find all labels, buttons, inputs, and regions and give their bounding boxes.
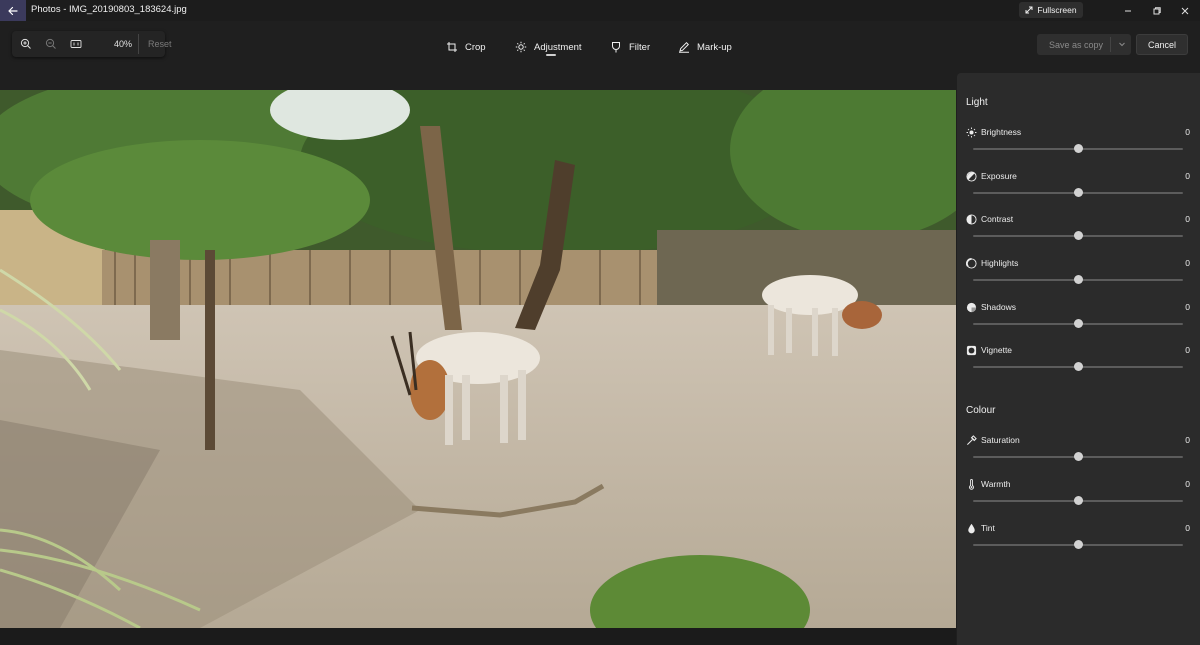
highlights-slider-thumb[interactable] (1073, 275, 1083, 284)
adjust-saturation: Saturation 0 (957, 435, 1200, 475)
adjust-exposure: Exposure 0 (957, 171, 1200, 211)
vignette-label: Vignette (981, 345, 1013, 355)
tab-filter-label: Filter (629, 41, 651, 53)
maximize-button[interactable] (1142, 0, 1172, 21)
warmth-label: Warmth (981, 479, 1011, 489)
vignette-slider-thumb[interactable] (1073, 362, 1083, 371)
save-as-copy-label: Save as copy (1049, 40, 1104, 50)
vignette-icon (966, 345, 977, 356)
shadows-value: 0 (1185, 302, 1190, 312)
back-button[interactable] (0, 0, 26, 21)
chevron-down-icon (1119, 42, 1125, 47)
zoom-controls: 40% Reset (12, 31, 172, 57)
adjust-warmth: Warmth 0 (957, 479, 1200, 519)
editor-toolbar: 40% Reset Crop Adjustment Filter Mark-up… (0, 21, 1200, 73)
zoom-in-button[interactable] (17, 35, 35, 53)
thermometer-icon (969, 479, 974, 490)
actual-size-button[interactable] (67, 35, 85, 53)
expand-icon (1025, 6, 1033, 14)
saturation-icon (967, 435, 977, 445)
tab-crop[interactable]: Crop (446, 38, 486, 56)
reset-zoom-button[interactable]: Reset (148, 39, 172, 49)
tint-value: 0 (1185, 523, 1190, 533)
brightness-icon (966, 127, 977, 138)
exposure-value: 0 (1185, 171, 1190, 181)
sun-icon (515, 41, 527, 53)
tab-markup-label: Mark-up (697, 41, 732, 53)
saturation-slider-thumb[interactable] (1073, 452, 1083, 461)
warmth-slider-thumb[interactable] (1073, 496, 1083, 505)
divider (1110, 37, 1111, 52)
adjust-tint: Tint 0 (957, 523, 1200, 563)
tint-label: Tint (981, 523, 995, 533)
highlights-label: Highlights (981, 258, 1019, 268)
title-bar: Photos - IMG_20190803_183624.jpg Fullscr… (0, 0, 1200, 21)
brightness-label: Brightness (981, 127, 1022, 137)
contrast-icon (966, 214, 977, 225)
tab-adjustment-label: Adjustment (534, 41, 582, 53)
exposure-slider-thumb[interactable] (1073, 188, 1083, 197)
section-title-colour: Colour (966, 405, 996, 416)
minimize-button[interactable] (1113, 0, 1143, 21)
bottom-filmstrip-area (0, 628, 956, 645)
pen-icon (679, 41, 690, 53)
contrast-label: Contrast (981, 214, 1014, 224)
zoom-in-icon (20, 38, 31, 49)
adjust-vignette: Vignette 0 (957, 345, 1200, 385)
actual-size-icon (70, 40, 82, 48)
zoom-out-button[interactable] (42, 35, 60, 53)
photo-image (0, 90, 956, 628)
vignette-value: 0 (1185, 345, 1190, 355)
fullscreen-label: Fullscreen (1037, 5, 1077, 15)
saturation-label: Saturation (981, 435, 1020, 445)
tab-filter[interactable]: Filter (610, 38, 650, 56)
adjust-highlights: Highlights 0 (957, 258, 1200, 298)
minimize-icon (1125, 10, 1131, 11)
photo-canvas[interactable] (0, 90, 956, 628)
zoom-level: 40% (114, 39, 133, 49)
divider (138, 34, 139, 54)
droplet-icon (968, 523, 975, 534)
tint-slider-thumb[interactable] (1073, 540, 1083, 549)
save-as-copy-button[interactable]: Save as copy (1037, 34, 1131, 55)
saturation-value: 0 (1185, 435, 1190, 445)
save-options-dropdown[interactable] (1115, 37, 1129, 51)
close-button[interactable] (1170, 0, 1200, 21)
window-title: Photos - IMG_20190803_183624.jpg (31, 4, 187, 15)
back-arrow-icon (8, 6, 18, 15)
section-title-light: Light (966, 97, 988, 108)
adjust-contrast: Contrast 0 (957, 214, 1200, 254)
shadows-label: Shadows (981, 302, 1016, 312)
filter-icon (612, 42, 620, 53)
shadows-icon (966, 302, 977, 313)
exposure-icon (966, 171, 977, 182)
exposure-label: Exposure (981, 171, 1017, 181)
warmth-value: 0 (1185, 479, 1190, 489)
shadows-slider-thumb[interactable] (1073, 319, 1083, 328)
contrast-value: 0 (1185, 214, 1190, 224)
adjustment-panel: Light Brightness 0 Exposure 0 Contrast 0 (957, 73, 1200, 645)
close-icon (1181, 7, 1189, 14)
restore-icon (1153, 6, 1161, 14)
adjust-shadows: Shadows 0 (957, 302, 1200, 342)
brightness-slider-thumb[interactable] (1073, 144, 1083, 153)
tab-crop-label: Crop (465, 41, 486, 53)
active-tab-indicator (546, 54, 556, 56)
adjust-brightness: Brightness 0 (957, 127, 1200, 167)
crop-icon (447, 42, 457, 52)
tab-markup[interactable]: Mark-up (678, 38, 732, 56)
zoom-out-icon (45, 38, 56, 49)
contrast-slider-thumb[interactable] (1073, 231, 1083, 240)
brightness-value: 0 (1185, 127, 1190, 137)
cancel-button[interactable]: Cancel (1136, 34, 1188, 55)
fullscreen-button[interactable]: Fullscreen (1019, 2, 1083, 18)
highlights-icon (966, 258, 977, 269)
highlights-value: 0 (1185, 258, 1190, 268)
